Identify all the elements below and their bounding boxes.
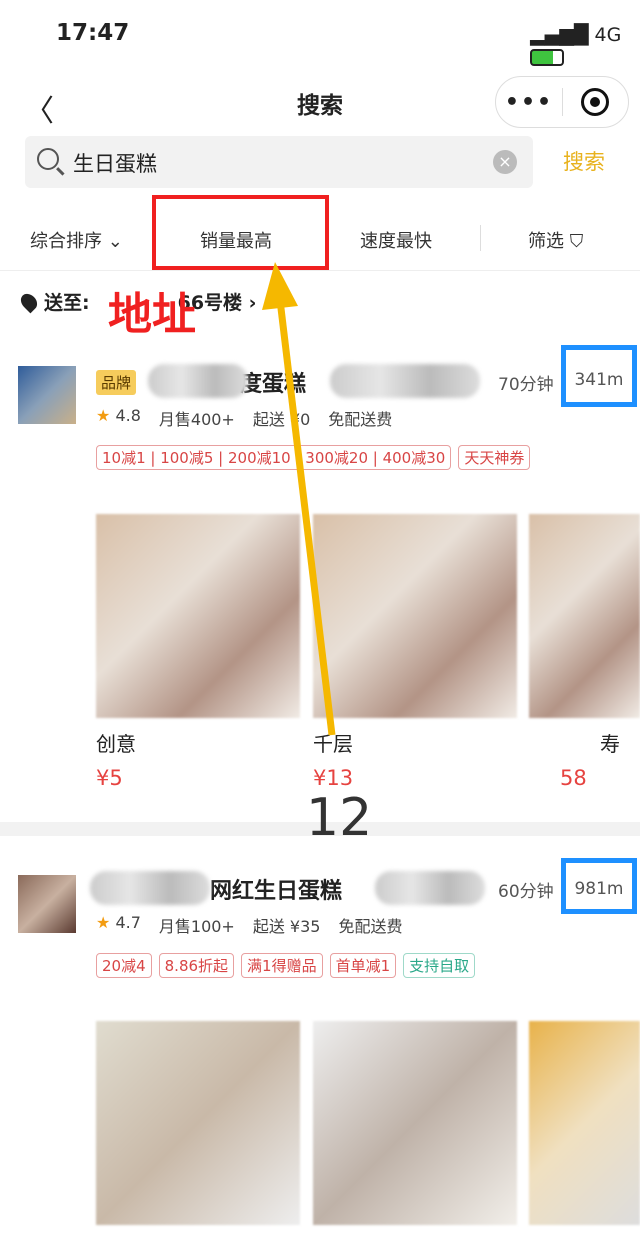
annotation-arrow <box>262 262 336 736</box>
annotation-number: 12 <box>306 788 373 848</box>
